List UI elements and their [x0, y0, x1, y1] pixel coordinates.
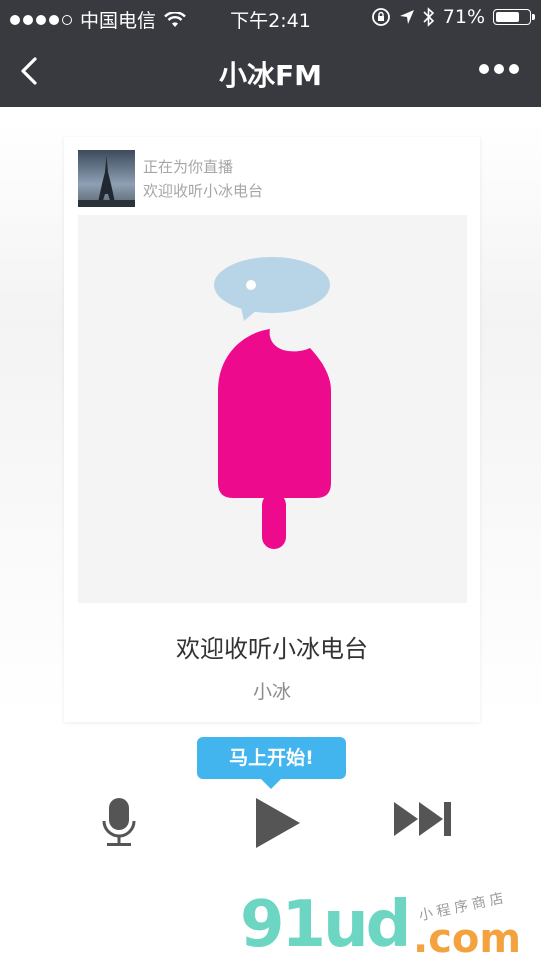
status-bar: 中国电信 下午2:41 71% — [0, 0, 541, 34]
microphone-icon[interactable] — [101, 797, 137, 849]
status-right: 71% — [371, 6, 535, 28]
bluetooth-icon — [423, 7, 434, 27]
popsicle-logo-icon — [214, 257, 331, 549]
location-arrow-icon — [399, 10, 414, 24]
live-info: 正在为你直播 欢迎收听小冰电台 — [143, 155, 263, 203]
nav-bar: 小冰FM — [0, 34, 541, 107]
live-station-text: 欢迎收听小冰电台 — [143, 182, 264, 200]
page-title: 小冰FM — [219, 59, 322, 92]
start-tooltip: 马上开始! — [197, 737, 346, 789]
battery-percent: 71% — [442, 6, 485, 28]
rotation-lock-icon — [371, 8, 390, 26]
more-dots-icon[interactable] — [479, 64, 519, 74]
watermark-logo: 91ud — [240, 888, 411, 962]
song-title: 欢迎收听小冰电台 — [176, 635, 368, 663]
skip-forward-icon[interactable] — [393, 801, 453, 837]
live-status-text: 正在为你直播 — [143, 158, 234, 176]
top-bar: 中国电信 下午2:41 71% 小冰FM — [0, 0, 541, 107]
album-art — [78, 215, 467, 603]
battery-icon — [493, 9, 535, 25]
artist-name: 小冰 — [252, 681, 291, 703]
station-thumbnail[interactable] — [78, 150, 135, 207]
play-icon[interactable] — [255, 797, 301, 849]
now-playing-card: 正在为你直播 欢迎收听小冰电台 欢迎收听小冰电台 小冰 — [64, 137, 480, 722]
